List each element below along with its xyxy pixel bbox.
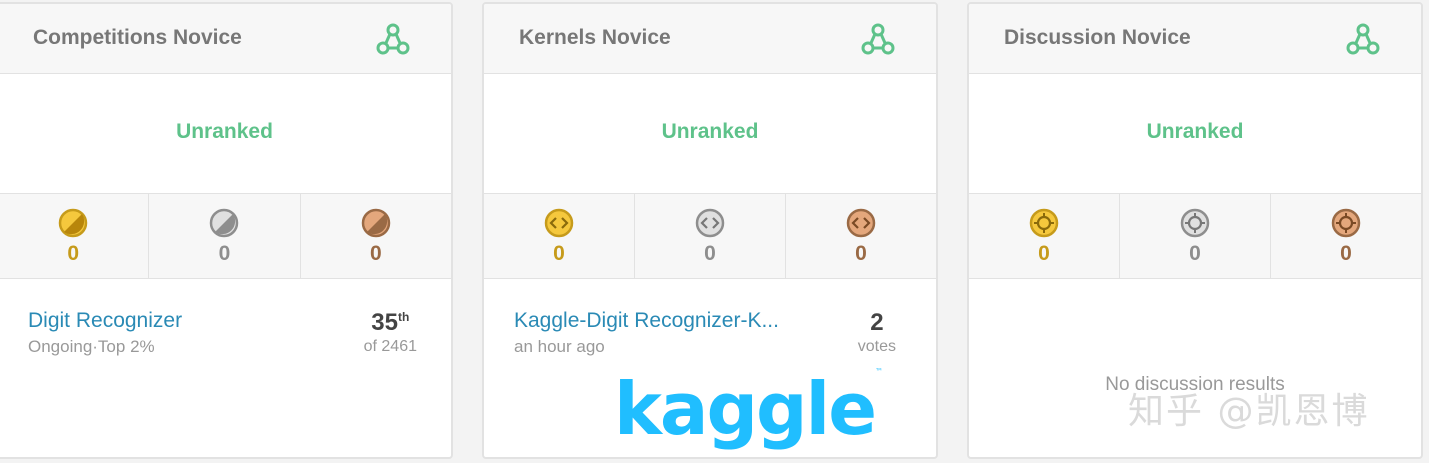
competition-medal-icon xyxy=(361,208,391,238)
bronze-medal-cell: 0 xyxy=(786,194,936,278)
rank-label: Unranked xyxy=(176,119,273,143)
kaggle-logo: kaggle™ xyxy=(614,367,883,451)
gold-medal-cell: 0 xyxy=(969,194,1120,278)
code-medal-icon xyxy=(695,208,725,238)
discussion-medal-icon xyxy=(1180,208,1210,238)
medal-row: 0 0 0 xyxy=(484,194,936,279)
code-medal-icon xyxy=(846,208,876,238)
competitions-card: Competitions Novice Unranked 0 0 0 Digit… xyxy=(0,2,453,459)
rank-area: Unranked xyxy=(969,74,1421,194)
kernel-time: an hour ago xyxy=(514,337,605,356)
bronze-count: 0 xyxy=(1340,242,1352,265)
bronze-medal-cell: 0 xyxy=(1271,194,1421,278)
rank-area: Unranked xyxy=(0,74,451,194)
silver-count: 0 xyxy=(1189,242,1201,265)
vote-count: 2 xyxy=(870,309,884,336)
code-medal-icon xyxy=(544,208,574,238)
rank-total: of 2461 xyxy=(363,338,417,355)
silver-count: 0 xyxy=(218,242,231,265)
silver-medal-cell: 0 xyxy=(149,194,301,278)
competition-status: Ongoing·Top 2% xyxy=(28,337,155,356)
competition-item: Digit Recognizer Ongoing·Top 2% 35th of … xyxy=(0,279,451,379)
kernel-item: Kaggle-Digit Recognizer-K... an hour ago… xyxy=(484,279,936,457)
competition-link[interactable]: Digit Recognizer xyxy=(28,309,182,333)
medal-row: 0 0 0 xyxy=(0,194,451,279)
gold-medal-cell: 0 xyxy=(0,194,150,278)
competition-medal-icon xyxy=(58,208,88,238)
silver-medal-cell: 0 xyxy=(635,194,786,278)
bronze-count: 0 xyxy=(369,242,382,265)
kernels-card: Kernels Novice Unranked 0 0 0 Kaggle-Dig… xyxy=(482,2,938,459)
gold-count: 0 xyxy=(1038,242,1050,265)
card-header: Kernels Novice xyxy=(484,4,936,74)
vote-label: votes xyxy=(857,338,896,355)
novice-tier-icon xyxy=(861,23,895,55)
discussion-medal-icon xyxy=(1331,208,1361,238)
novice-tier-icon xyxy=(376,23,410,55)
competition-rank-stat: 35th of 2461 xyxy=(364,309,417,356)
gold-medal-cell: 0 xyxy=(484,194,635,278)
bronze-count: 0 xyxy=(855,242,867,265)
rank-area: Unranked xyxy=(484,74,936,194)
medal-row: 0 0 0 xyxy=(969,194,1421,279)
gold-count: 0 xyxy=(67,242,79,265)
competition-medal-icon xyxy=(210,208,239,238)
silver-medal-cell: 0 xyxy=(1120,194,1271,278)
watermark: 知乎 @凯恩博 xyxy=(1128,391,1370,432)
card-header: Discussion Novice xyxy=(969,4,1421,74)
card-title: Competitions Novice xyxy=(33,26,242,49)
card-header: Competitions Novice xyxy=(0,4,451,74)
novice-tier-icon xyxy=(1346,23,1380,55)
card-title: Kernels Novice xyxy=(519,26,671,49)
rank-label: Unranked xyxy=(661,119,759,143)
discussion-medal-icon xyxy=(1029,208,1059,238)
card-title: Discussion Novice xyxy=(1004,26,1191,49)
rank-number: 35 xyxy=(371,309,398,336)
kernel-votes-stat: 2 votes xyxy=(858,309,896,356)
kernel-link[interactable]: Kaggle-Digit Recognizer-K... xyxy=(514,309,779,333)
gold-count: 0 xyxy=(553,242,565,265)
bronze-medal-cell: 0 xyxy=(301,194,451,278)
rank-suffix: th xyxy=(397,310,410,324)
silver-count: 0 xyxy=(704,242,716,265)
rank-label: Unranked xyxy=(1146,119,1244,143)
